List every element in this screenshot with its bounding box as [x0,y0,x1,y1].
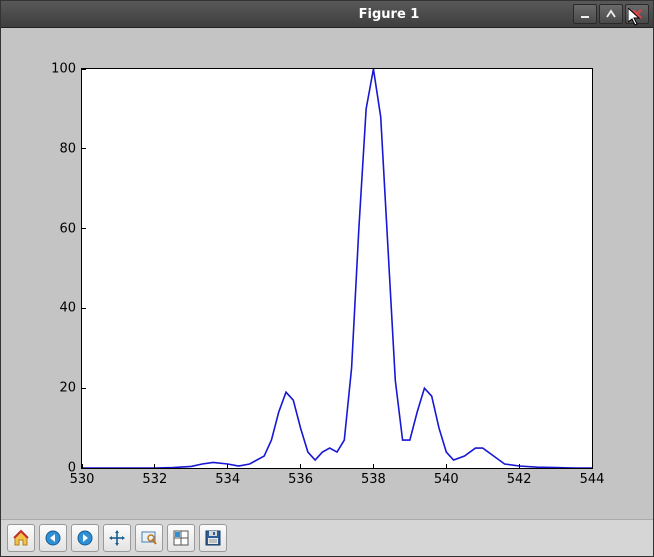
x-tick-label: 530 [70,472,95,487]
arrow-right-icon [76,529,94,547]
x-tick-label: 534 [215,472,240,487]
x-tick-label: 542 [507,472,532,487]
matplotlib-toolbar [1,519,653,556]
x-tick-label: 538 [361,472,386,487]
series-line [82,69,592,468]
move-icon [108,529,126,547]
y-tick-label: 80 [59,141,76,156]
close-button[interactable] [625,4,649,24]
close-icon [631,8,643,20]
maximize-button[interactable] [599,4,623,24]
save-icon [204,529,222,547]
zoom-button[interactable] [135,524,163,552]
titlebar: Figure 1 [1,1,653,28]
axes: 020406080100530532534536538540542544 [81,68,593,469]
back-button[interactable] [39,524,67,552]
figure-canvas[interactable]: 020406080100530532534536538540542544 [11,38,643,509]
x-tick-label: 544 [580,472,605,487]
x-tick-label: 540 [434,472,459,487]
save-button[interactable] [199,524,227,552]
y-tick-label: 60 [59,221,76,236]
minimize-icon [579,8,591,20]
subplots-icon [172,529,190,547]
window-title: Figure 1 [205,7,573,22]
x-tick-label: 536 [288,472,313,487]
pan-button[interactable] [103,524,131,552]
plot-area: 020406080100530532534536538540542544 [1,28,653,519]
zoom-rect-icon [140,529,158,547]
y-tick-label: 20 [59,381,76,396]
x-tick-label: 532 [142,472,167,487]
maximize-icon [605,8,617,20]
y-tick-label: 40 [59,301,76,316]
arrow-left-icon [44,529,62,547]
home-button[interactable] [7,524,35,552]
y-tick-label: 100 [51,62,76,77]
line-plot [82,69,592,468]
window-controls [573,4,649,24]
figure-window: Figure 1 0204060 [0,0,654,557]
subplots-button[interactable] [167,524,195,552]
home-icon [12,529,30,547]
forward-button[interactable] [71,524,99,552]
minimize-button[interactable] [573,4,597,24]
